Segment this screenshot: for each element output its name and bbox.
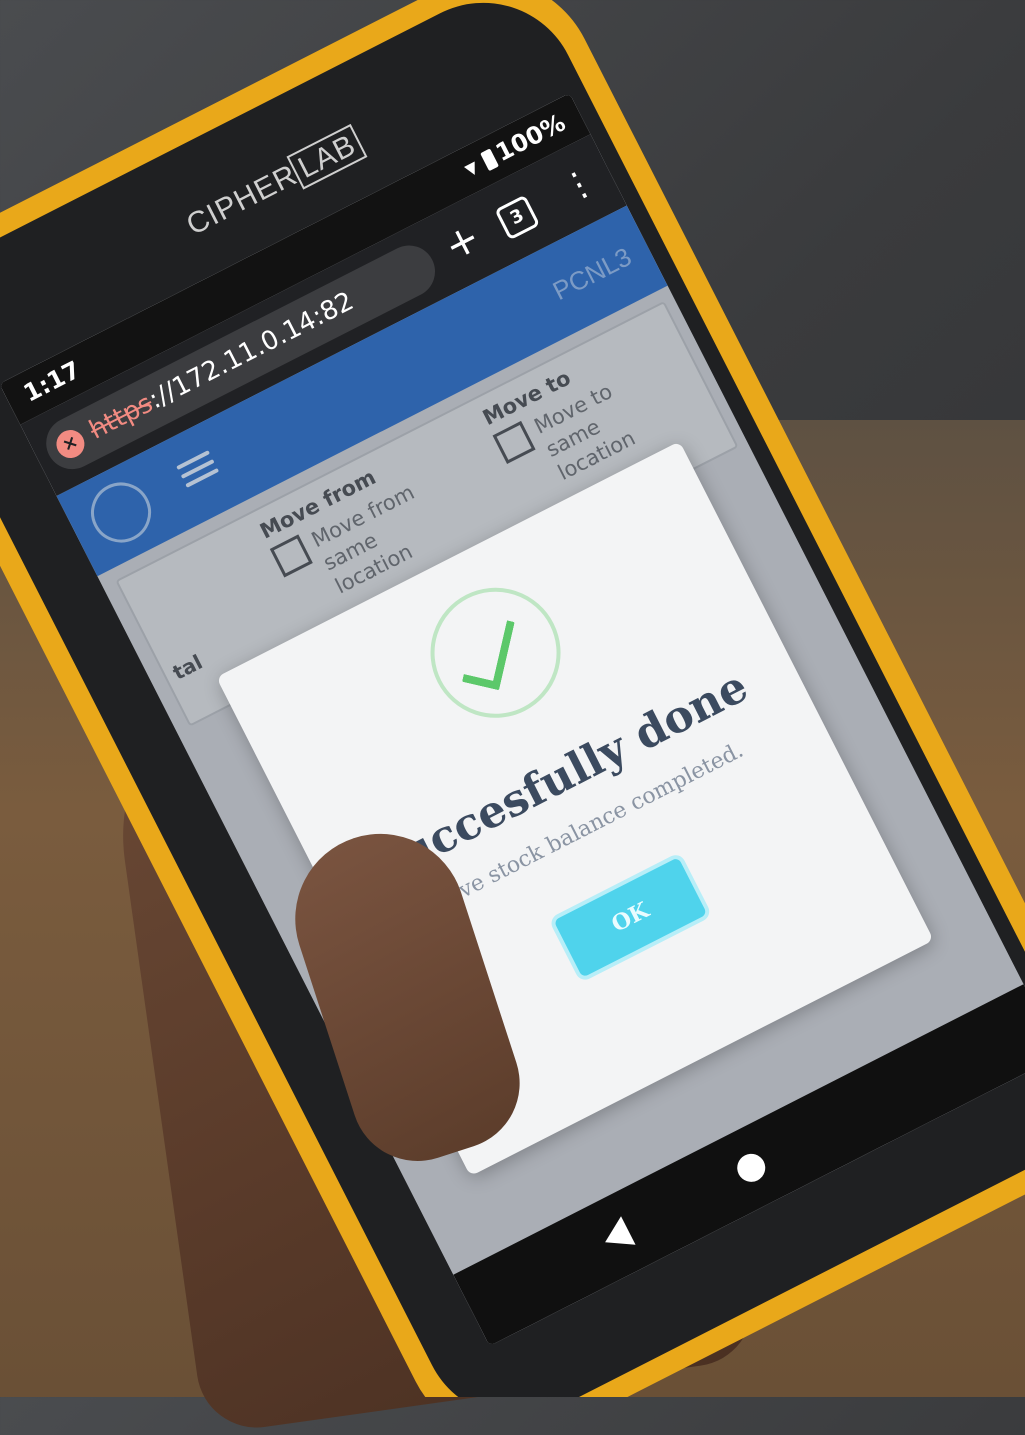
not-secure-icon[interactable]: × xyxy=(51,425,90,463)
ok-button[interactable]: OK xyxy=(553,857,708,978)
home-nav-icon[interactable] xyxy=(732,1149,771,1187)
back-nav-icon[interactable] xyxy=(597,1216,636,1257)
handheld-device: CIPHERLAB 1:17 ▾ 100% × https://172.11.0… xyxy=(0,0,1025,1397)
scene: CIPHERLAB 1:17 ▾ 100% × https://172.11.0… xyxy=(0,0,1025,1397)
device-body: CIPHERLAB 1:17 ▾ 100% × https://172.11.0… xyxy=(0,0,1025,1397)
browser-menu-button[interactable]: ⋮ xyxy=(551,152,607,217)
success-check-icon xyxy=(408,565,583,741)
new-tab-button[interactable]: + xyxy=(435,210,490,275)
checkmark-icon xyxy=(461,613,515,691)
url-scheme: https xyxy=(84,388,158,446)
device-screen: 1:17 ▾ 100% × https://172.11.0.14:82 + 3… xyxy=(0,93,1025,1347)
tab-switcher-button[interactable]: 3 xyxy=(494,194,541,241)
